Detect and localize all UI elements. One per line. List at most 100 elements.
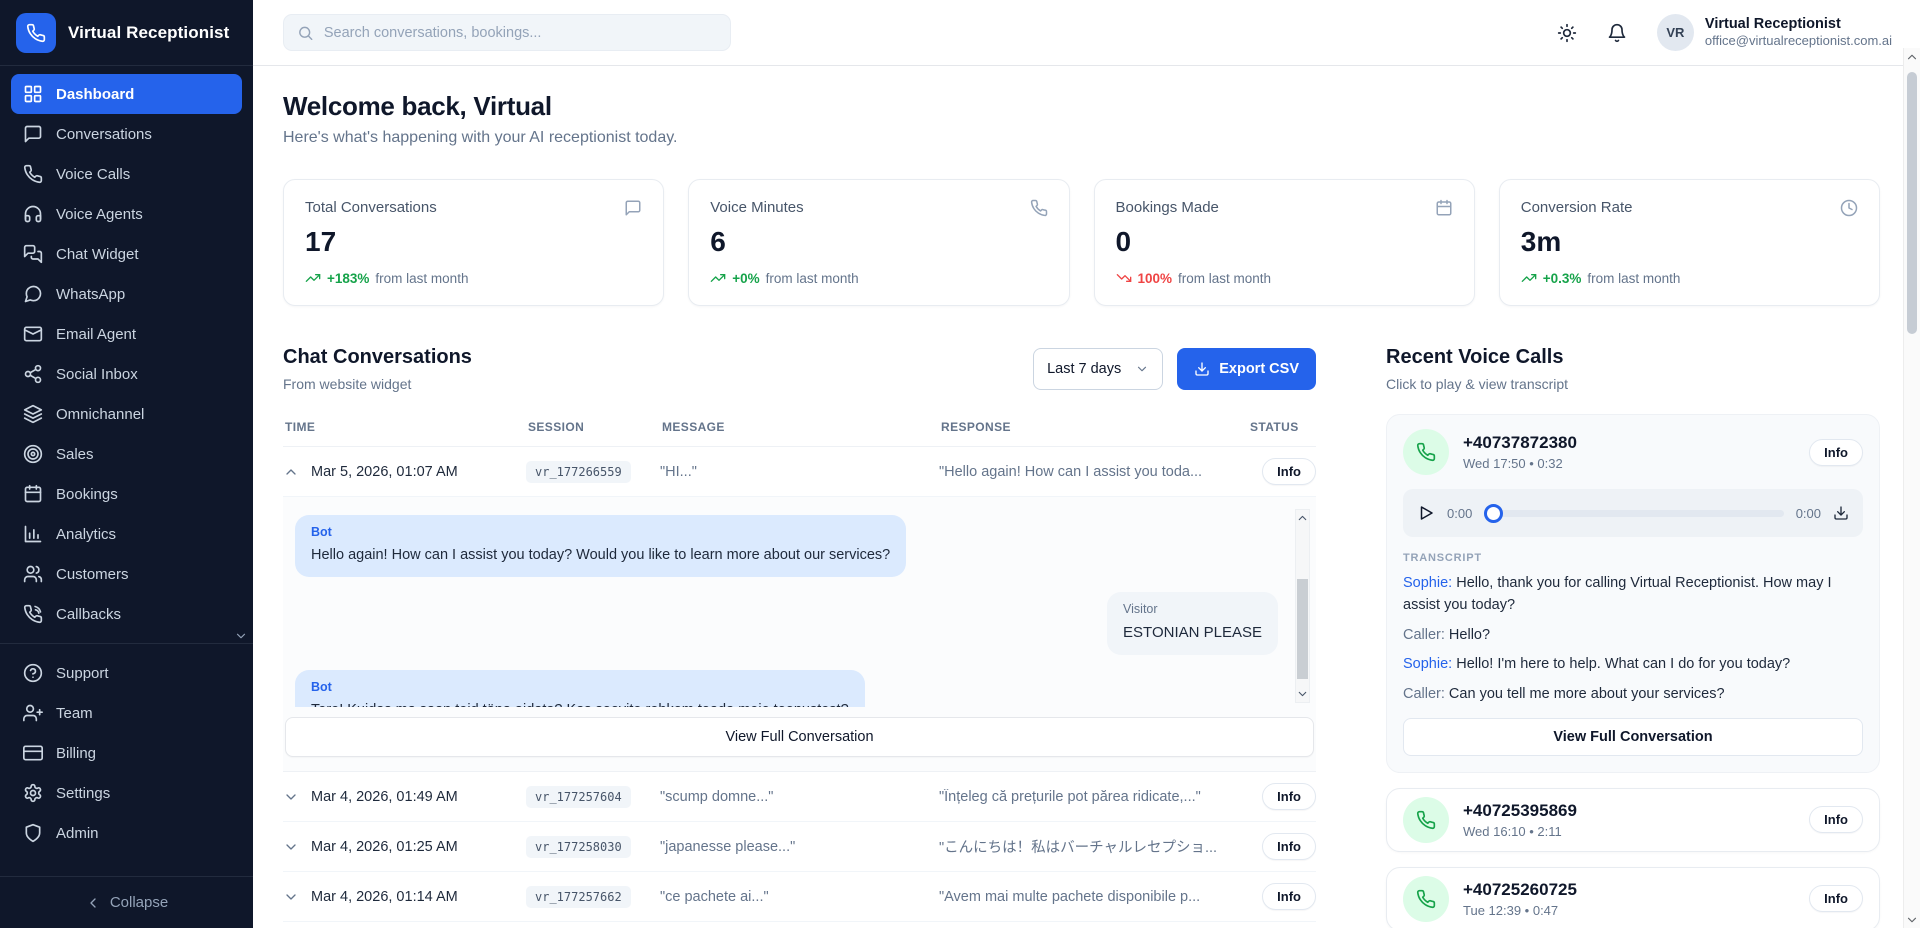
conversation-scroll-area[interactable]: Bot Hello again! How can I assist you to… [285, 501, 1314, 707]
transcript-line: Sophie: Hello! I'm here to help. What ca… [1403, 654, 1863, 676]
scroll-down-arrow-icon[interactable] [1296, 687, 1309, 701]
bubble-sender-label: Bot [311, 680, 849, 694]
slider-track [1484, 510, 1783, 517]
view-full-conversation-button[interactable]: View Full Conversation [285, 717, 1314, 757]
global-search[interactable] [283, 14, 731, 51]
sidebar-item-dashboard[interactable]: Dashboard [11, 74, 242, 114]
stat-card-bookings-made: Bookings Made 0 100%from last month [1094, 179, 1475, 306]
info-button[interactable]: Info [1262, 833, 1316, 860]
theme-toggle-button[interactable] [1553, 19, 1581, 47]
phone-icon [1416, 442, 1436, 462]
transcript-line: Caller: Can you tell me more about your … [1403, 684, 1863, 706]
table-row[interactable]: Mar 4, 2026, 01:25 AM vr_177258030 "japa… [283, 822, 1316, 872]
bubble-text: Tere! Kuidas ma saan teid täna aidata? K… [311, 700, 849, 707]
stat-value: 6 [710, 226, 1047, 258]
info-button[interactable]: Info [1262, 458, 1316, 485]
sidebar-item-chat-widget[interactable]: Chat Widget [11, 234, 242, 274]
play-button[interactable] [1417, 504, 1435, 522]
brand-logo [16, 13, 56, 53]
sidebar-item-support[interactable]: Support [11, 653, 242, 693]
info-button[interactable]: Info [1262, 783, 1316, 810]
slider-knob[interactable] [1484, 504, 1503, 523]
page-subtitle: Here's what's happening with your AI rec… [283, 129, 1880, 147]
collapse-label: Collapse [110, 894, 168, 911]
layers-icon [23, 404, 43, 424]
view-full-conversation-button[interactable]: View Full Conversation [1403, 718, 1863, 756]
download-recording-button[interactable] [1833, 505, 1849, 521]
date-range-select[interactable]: Last 7 days [1033, 348, 1163, 390]
row-response: "Hello again! How can I assist you toda.… [939, 464, 1252, 480]
sidebar-divider [0, 643, 253, 644]
chat-widget-icon [23, 244, 43, 264]
conversation-scrollbar[interactable] [1295, 509, 1310, 703]
play-icon [1417, 504, 1435, 522]
sidebar-item-customers[interactable]: Customers [11, 554, 242, 594]
stat-change-note: from last month [1587, 271, 1680, 286]
sidebar-item-email-agent[interactable]: Email Agent [11, 314, 242, 354]
main-column: VR Virtual Receptionist office@virtualre… [253, 0, 1920, 928]
voice-call-card[interactable]: +40725395869 Wed 16:10 • 2:11 Info [1386, 788, 1880, 852]
voice-call-card[interactable]: +40725260725 Tue 12:39 • 0:47 Info [1386, 867, 1880, 928]
info-button[interactable]: Info [1809, 885, 1863, 912]
sidebar-item-billing[interactable]: Billing [11, 733, 242, 773]
sidebar-scroll-chevron-down-icon[interactable] [234, 629, 248, 643]
chevron-up-icon [1905, 50, 1919, 64]
table-row-partial[interactable] [283, 922, 1316, 928]
sidebar-item-team[interactable]: Team [11, 693, 242, 733]
notifications-button[interactable] [1603, 19, 1631, 47]
info-button[interactable]: Info [1809, 806, 1863, 833]
message-square-icon [23, 124, 43, 144]
scroll-up-arrow-icon[interactable] [1904, 48, 1920, 65]
info-button[interactable]: Info [1262, 883, 1316, 910]
sidebar-item-callbacks[interactable]: Callbacks [11, 594, 242, 634]
column-header-time: TIME [285, 420, 528, 434]
sidebar-item-voice-agents[interactable]: Voice Agents [11, 194, 242, 234]
chat-conversations-section: Chat Conversations From website widget L… [283, 346, 1316, 928]
scroll-down-arrow-icon[interactable] [1904, 911, 1920, 928]
chevron-down-icon [283, 789, 299, 805]
page-scrollbar[interactable] [1903, 48, 1920, 928]
search-input[interactable] [324, 25, 717, 41]
voice-call-header[interactable]: +40737872380 Wed 17:50 • 0:32 Info [1403, 429, 1863, 475]
sidebar-item-analytics[interactable]: Analytics [11, 514, 242, 554]
table-row[interactable]: Mar 4, 2026, 01:14 AM vr_177257662 "ce p… [283, 872, 1316, 922]
sidebar-item-conversations[interactable]: Conversations [11, 114, 242, 154]
row-time: Mar 4, 2026, 01:25 AM [311, 839, 458, 855]
users-icon [23, 564, 43, 584]
session-badge: vr_177257662 [526, 886, 631, 908]
sidebar-item-bookings[interactable]: Bookings [11, 474, 242, 514]
table-row[interactable]: Mar 4, 2026, 01:49 AM vr_177257604 "scum… [283, 772, 1316, 822]
table-row[interactable]: Mar 5, 2026, 01:07 AM vr_177266559 "HI..… [283, 447, 1316, 497]
avatar[interactable]: VR [1657, 14, 1694, 51]
stat-card-conversion-rate: Conversion Rate 3m +0.3%from last month [1499, 179, 1880, 306]
sidebar-item-whatsapp[interactable]: WhatsApp [11, 274, 242, 314]
stat-value: 0 [1116, 226, 1453, 258]
page-title: Welcome back, Virtual [283, 91, 1880, 122]
phone-icon [26, 23, 46, 43]
scrollbar-thumb[interactable] [1297, 579, 1308, 679]
sidebar-item-label: Analytics [56, 526, 116, 543]
export-csv-button[interactable]: Export CSV [1177, 348, 1316, 390]
sidebar-item-social-inbox[interactable]: Social Inbox [11, 354, 242, 394]
transcript-text: Hello? [1445, 627, 1490, 643]
bubble-text: Hello again! How can I assist you today?… [311, 545, 890, 565]
row-response: "Avem mai multe pachete disponibile p... [939, 889, 1252, 905]
expanded-conversation: Bot Hello again! How can I assist you to… [283, 497, 1316, 772]
scrollbar-thumb[interactable] [1907, 72, 1917, 334]
sidebar-item-settings[interactable]: Settings [11, 773, 242, 813]
seek-slider[interactable] [1484, 504, 1783, 523]
conversations-table: TIME SESSION MESSAGE RESPONSE STATUS Mar… [283, 414, 1316, 928]
sidebar-item-omnichannel[interactable]: Omnichannel [11, 394, 242, 434]
sidebar-item-label: Omnichannel [56, 406, 144, 423]
user-block[interactable]: Virtual Receptionist office@virtualrecep… [1705, 15, 1892, 49]
info-button[interactable]: Info [1809, 439, 1863, 466]
stat-change-note: from last month [766, 271, 859, 286]
sidebar-item-admin[interactable]: Admin [11, 813, 242, 853]
session-badge: vr_177266559 [526, 461, 631, 483]
scroll-up-arrow-icon[interactable] [1296, 511, 1309, 525]
row-message: "HI..." [660, 464, 939, 480]
sidebar-item-voice-calls[interactable]: Voice Calls [11, 154, 242, 194]
collapse-button[interactable]: Collapse [0, 876, 253, 928]
sidebar-item-sales[interactable]: Sales [11, 434, 242, 474]
stats-grid: Total Conversations 17 +183%from last mo… [283, 179, 1880, 306]
